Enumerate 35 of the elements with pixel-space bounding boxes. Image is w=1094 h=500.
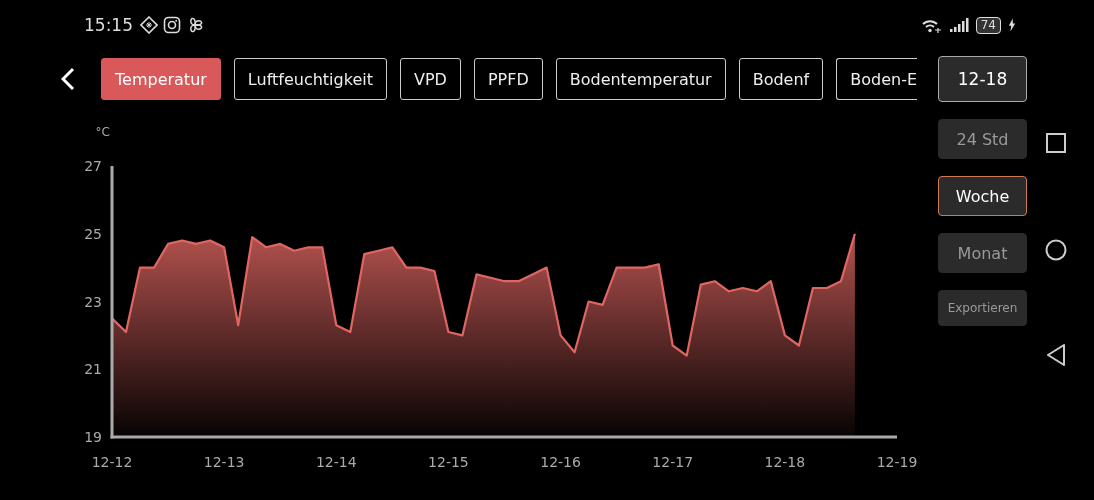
axis-tick-label: 12-16 [540,454,581,470]
tab[interactable]: Bodentemperatur [555,58,726,100]
home-icon[interactable] [1045,239,1067,261]
tab[interactable]: Bodenf [738,58,824,100]
export-button[interactable]: Exportieren [938,290,1027,326]
tab[interactable]: VPD [399,58,461,100]
axis-tick-label: 12-18 [764,454,806,470]
range-button[interactable]: Monat [938,233,1027,273]
battery-level: 74 [975,16,1001,34]
axis-tick-label: 27 [84,158,102,174]
axis-tick-label: 19 [84,429,102,445]
status-time: 15:15 [84,15,133,35]
diamond-app-icon [140,16,158,34]
camera-app-icon [163,16,181,34]
axis-tick-label: 12-12 [91,454,133,470]
axis-tick-label: 21 [84,361,102,378]
signal-icon [948,17,969,33]
tab[interactable]: Luftfeuchtigkeit [233,58,387,100]
date-button[interactable]: 12-18 [938,56,1027,102]
tab[interactable]: Boden-E [836,58,918,100]
axis-tick-label: 12-14 [315,454,357,470]
tab[interactable]: PPFD [473,58,543,100]
axis-tick-label: 12-15 [428,454,469,470]
range-button[interactable]: Woche [938,176,1027,216]
range-button[interactable]: 24 Std [938,119,1027,159]
axis-tick-label: 25 [84,225,102,242]
tab[interactable]: Temperatur [101,58,221,100]
charging-icon [1008,18,1016,32]
axis-unit: °C [95,125,110,139]
axis-tick-label: 23 [84,293,102,310]
axis-tick-label: 12-17 [652,454,694,470]
recent-apps-icon[interactable] [1046,133,1066,153]
axis-tick-label: 12-19 [876,454,918,470]
axis-tick-label: 12-13 [203,454,245,470]
back-icon[interactable] [1046,344,1066,366]
